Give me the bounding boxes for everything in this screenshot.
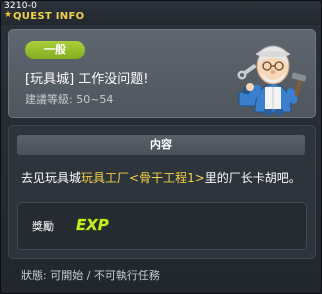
description-text: 里的厂长卡胡吧。: [204, 171, 301, 185]
npc-portrait: [237, 45, 307, 115]
quest-status: 狀態: 可開始 / 不可執行任務: [21, 269, 160, 282]
description-location[interactable]: 玩具工厂<骨干工程1>: [81, 171, 205, 185]
quest-content-panel: 内容 去见玩具城玩具工厂<骨干工程1>里的厂长卡胡吧。 獎勵 EXP: [8, 125, 316, 259]
exp-icon: EXP: [75, 215, 109, 234]
quest-title: [玩具城] 工作没问题!: [25, 72, 149, 87]
window-title: QUEST INFO: [13, 11, 85, 22]
title-bar[interactable]: 3210-0 ★ QUEST INFO: [1, 1, 321, 25]
recommended-level: 建議等級: 50~54: [25, 93, 114, 106]
star-icon: ★: [4, 10, 13, 20]
description-text: 去见玩具城: [21, 171, 82, 185]
quest-description: 去见玩具城玩具工厂<骨干工程1>里的厂长卡胡吧。: [21, 169, 311, 186]
reward-label: 獎勵: [32, 220, 54, 233]
quest-info-window: 3210-0 ★ QUEST INFO 一般 [玩具城] 工作没问题! 建議等級…: [0, 0, 322, 294]
category-badge: 一般: [25, 41, 85, 59]
content-section-title: 内容: [17, 135, 305, 155]
exp-label: EXP: [76, 216, 109, 234]
wrench-icon: [237, 64, 257, 80]
quest-header-card: 一般 [玩具城] 工作没问题! 建議等級: 50~54: [8, 29, 316, 118]
reward-box: 獎勵 EXP: [17, 202, 307, 250]
